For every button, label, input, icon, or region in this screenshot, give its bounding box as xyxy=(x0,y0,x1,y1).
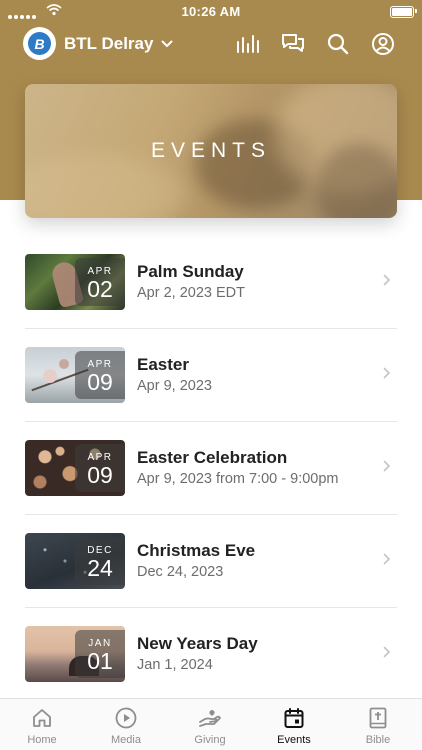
date-badge: APR 09 xyxy=(75,444,125,492)
event-row[interactable]: APR 09 Easter Apr 9, 2023 xyxy=(25,329,397,422)
event-date: Jan 1, 2024 xyxy=(137,657,213,673)
messages-icon[interactable] xyxy=(280,31,306,57)
event-title: Easter Celebration xyxy=(137,448,288,467)
event-row[interactable]: APR 02 Palm Sunday Apr 2, 2023 EDT xyxy=(25,236,397,329)
tab-media[interactable]: Media xyxy=(84,699,168,750)
event-thumbnail: APR 09 xyxy=(25,440,125,496)
app-header: B BTL Delray xyxy=(0,26,422,62)
event-row[interactable]: JAN 01 New Years Day Jan 1, 2024 xyxy=(25,608,397,700)
church-logo[interactable]: B xyxy=(23,27,56,60)
chevron-right-icon xyxy=(383,646,391,658)
play-icon xyxy=(84,707,168,729)
search-icon[interactable] xyxy=(325,31,351,57)
event-title: New Years Day xyxy=(137,634,258,653)
calendar-icon xyxy=(252,707,336,729)
profile-icon[interactable] xyxy=(370,31,396,57)
battery-icon xyxy=(390,6,414,18)
date-badge: APR 09 xyxy=(75,351,125,399)
tab-events[interactable]: Events xyxy=(252,699,336,750)
chevron-right-icon xyxy=(383,460,391,472)
date-badge: DEC 24 xyxy=(75,537,125,585)
chevron-right-icon xyxy=(383,274,391,286)
event-thumbnail: APR 02 xyxy=(25,254,125,310)
home-icon xyxy=(0,707,84,729)
event-row[interactable]: APR 09 Easter Celebration Apr 9, 2023 fr… xyxy=(25,422,397,515)
event-title: Christmas Eve xyxy=(137,541,256,560)
chevron-right-icon xyxy=(383,367,391,379)
event-title: Easter xyxy=(137,355,189,374)
giving-hand-icon xyxy=(168,707,252,729)
event-date: Apr 9, 2023 xyxy=(137,378,212,394)
event-thumbnail: JAN 01 xyxy=(25,626,125,682)
tab-bible[interactable]: Bible xyxy=(336,699,420,750)
status-time: 10:26 AM xyxy=(181,4,241,19)
event-thumbnail: APR 09 xyxy=(25,347,125,403)
chevron-right-icon xyxy=(383,553,391,565)
tab-giving[interactable]: Giving xyxy=(168,699,252,750)
banner-title: EVENTS xyxy=(150,139,272,162)
event-date: Dec 24, 2023 xyxy=(137,564,224,580)
tab-bar: Home Media Giving Events Bible xyxy=(0,698,422,750)
event-date: Apr 9, 2023 from 7:00 - 9:00pm xyxy=(137,471,339,487)
church-name: BTL Delray xyxy=(64,34,154,53)
event-thumbnail: DEC 24 xyxy=(25,533,125,589)
audio-bars-icon[interactable] xyxy=(235,31,261,57)
event-title: Palm Sunday xyxy=(137,262,244,281)
date-badge: APR 02 xyxy=(75,258,125,306)
status-bar: 10:26 AM xyxy=(0,0,422,22)
event-row[interactable]: DEC 24 Christmas Eve Dec 24, 2023 xyxy=(25,515,397,608)
chevron-down-icon xyxy=(161,40,173,48)
tab-home[interactable]: Home xyxy=(0,699,84,750)
church-switcher[interactable]: BTL Delray xyxy=(64,34,173,54)
events-list: APR 02 Palm Sunday Apr 2, 2023 EDT APR 0… xyxy=(25,236,397,700)
events-banner: EVENTS xyxy=(25,84,397,218)
event-date: Apr 2, 2023 EDT xyxy=(137,285,245,301)
bible-icon xyxy=(336,707,420,729)
date-badge: JAN 01 xyxy=(75,630,125,678)
